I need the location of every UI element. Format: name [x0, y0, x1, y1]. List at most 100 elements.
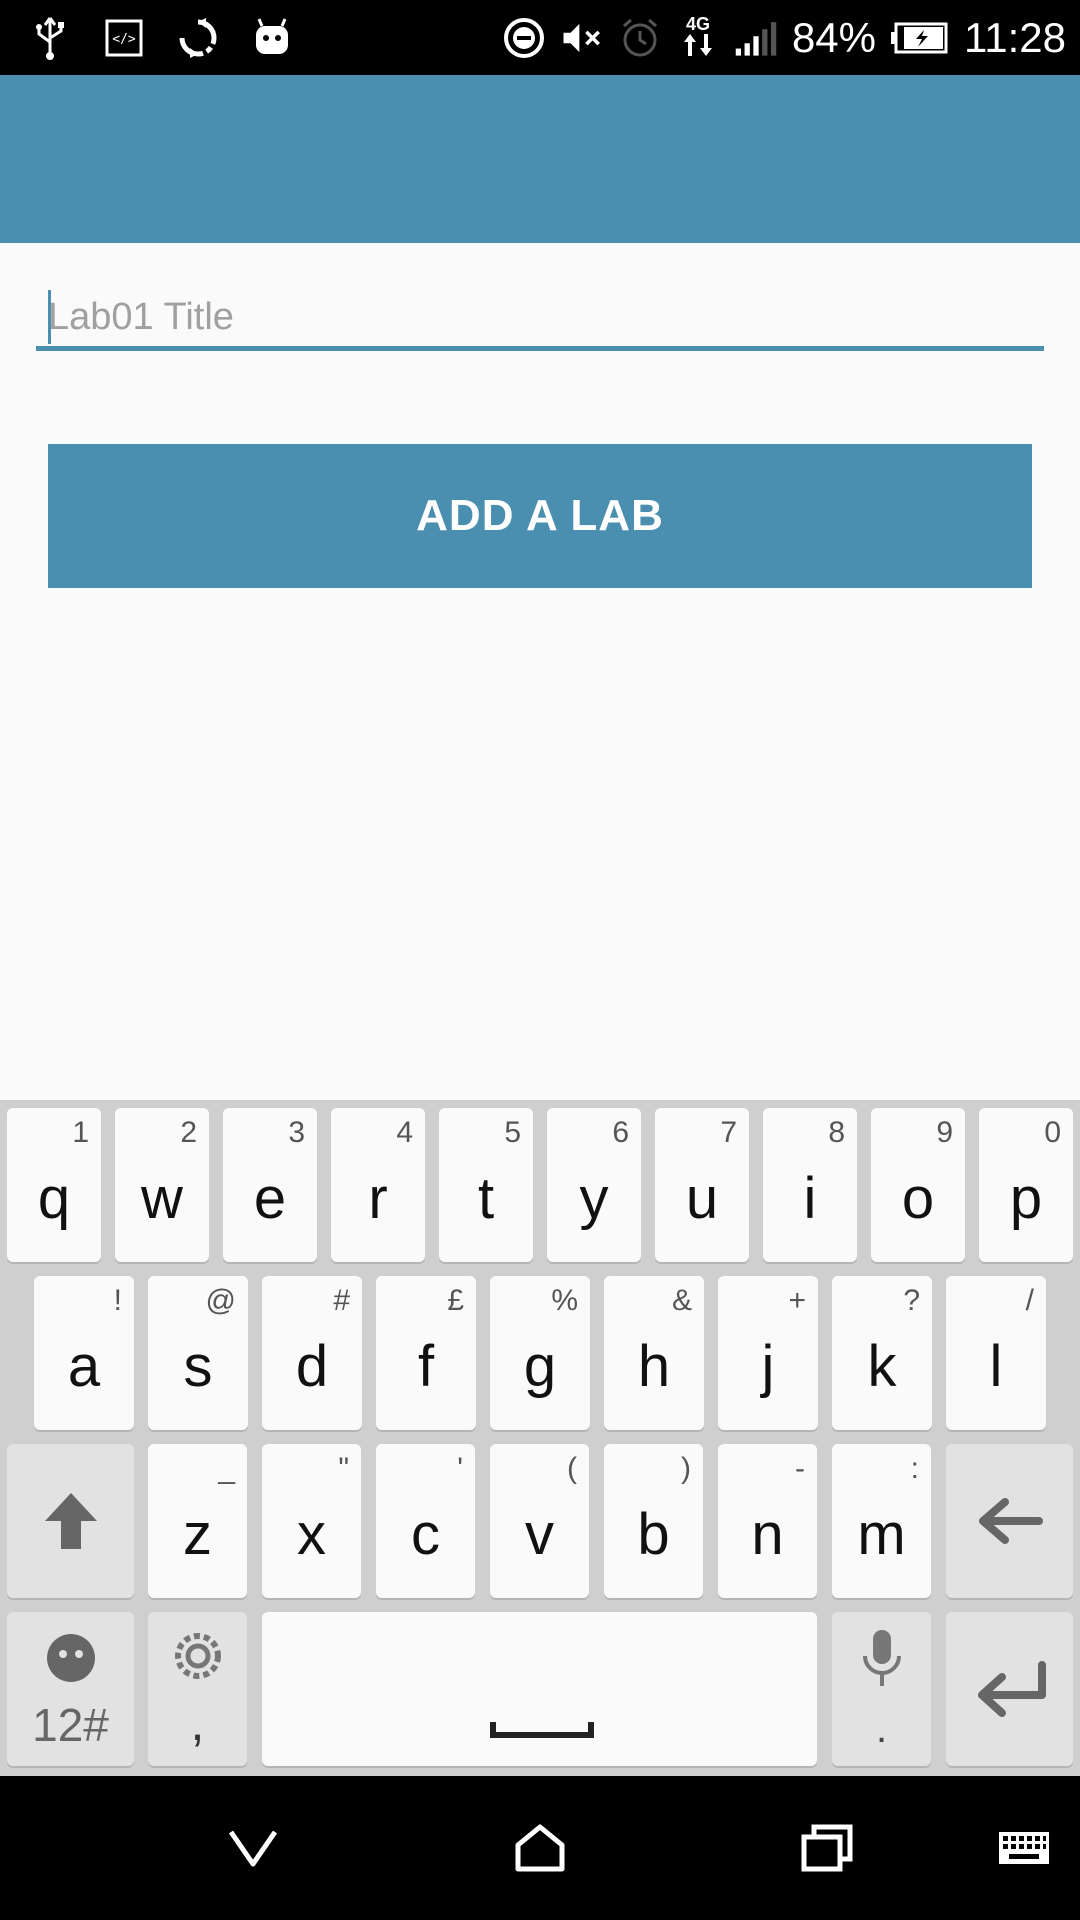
key-label: d	[295, 1334, 329, 1399]
soft-keyboard: 12# , . 1 q 2 w 3 e 4 r 5 t 6 y 7 u 8 i 9 o 0 p! a @ s # d £ f% g & h…	[0, 1100, 1080, 1776]
key-x[interactable]: " x	[262, 1444, 361, 1598]
keyboard-icon	[999, 1832, 1049, 1864]
symbols-label: 12#	[32, 1699, 109, 1751]
voice-input-key[interactable]: .	[832, 1612, 931, 1766]
key-alt-label: 5	[504, 1116, 521, 1149]
network-4g-icon: 4G	[676, 14, 720, 60]
space-key[interactable]	[262, 1612, 817, 1766]
backspace-key[interactable]	[946, 1444, 1073, 1598]
key-label: a	[67, 1334, 101, 1399]
key-alt-label: @	[205, 1284, 236, 1317]
key-u[interactable]: 7u	[655, 1108, 749, 1262]
key-label: z	[183, 1502, 212, 1567]
key-label: k	[867, 1334, 897, 1399]
recent-apps-button[interactable]	[767, 1776, 887, 1920]
key-r[interactable]: 4r	[331, 1108, 425, 1262]
key-q[interactable]: 1q	[7, 1108, 101, 1262]
key-b[interactable]: ) b	[604, 1444, 703, 1598]
shift-key[interactable]	[7, 1444, 134, 1598]
comma-label: ,	[190, 1695, 205, 1751]
key-alt-label: /	[1025, 1284, 1034, 1317]
key-label: g	[523, 1334, 557, 1399]
key-p[interactable]: 0p	[979, 1108, 1073, 1262]
space-bar-icon	[490, 1722, 594, 1738]
key-label: e	[253, 1166, 287, 1231]
key-label: h	[637, 1334, 671, 1399]
key-d[interactable]: # d	[262, 1276, 362, 1430]
key-a[interactable]: ! a	[34, 1276, 134, 1430]
battery-charging-icon	[890, 16, 950, 60]
key-t[interactable]: 5t	[439, 1108, 533, 1262]
keyboard-switch-button[interactable]	[968, 1776, 1080, 1920]
usb-icon	[28, 16, 72, 60]
home-button[interactable]	[480, 1776, 600, 1920]
period-label: .	[875, 1707, 888, 1751]
key-h[interactable]: & h	[604, 1276, 704, 1430]
lab-title-input[interactable]	[36, 282, 1044, 352]
comma-settings-key[interactable]: ,	[148, 1612, 247, 1766]
key-k[interactable]: ? k	[832, 1276, 932, 1430]
key-alt-label: 6	[612, 1116, 629, 1149]
key-alt-label: 2	[180, 1116, 197, 1149]
symbols-emoji-key[interactable]: 12#	[7, 1612, 134, 1766]
key-alt-label: %	[551, 1284, 578, 1317]
clock-time: 11:28	[964, 13, 1066, 61]
key-f[interactable]: £ f	[376, 1276, 476, 1430]
key-g[interactable]: % g	[490, 1276, 590, 1430]
key-alt-label: -	[795, 1452, 805, 1485]
key-alt-label: (	[567, 1452, 577, 1485]
text-cursor	[48, 290, 51, 344]
key-n[interactable]: -n	[718, 1444, 817, 1598]
key-alt-label: 4	[396, 1116, 413, 1149]
key-alt-label: £	[447, 1284, 464, 1317]
do-not-disturb-icon	[502, 16, 546, 60]
android-icon	[250, 16, 294, 60]
key-z[interactable]: _ z	[148, 1444, 247, 1598]
key-s[interactable]: @ s	[148, 1276, 248, 1430]
key-i[interactable]: 8i	[763, 1108, 857, 1262]
key-alt-label: "	[338, 1452, 349, 1485]
back-button[interactable]	[193, 1776, 313, 1920]
title-input-underline	[36, 346, 1044, 351]
key-label: b	[637, 1502, 670, 1567]
key-alt-label: #	[333, 1284, 350, 1317]
key-m[interactable]: :m	[832, 1444, 931, 1598]
key-alt-label: ?	[903, 1284, 920, 1317]
key-alt-label: 9	[936, 1116, 953, 1149]
key-y[interactable]: 6y	[547, 1108, 641, 1262]
key-l[interactable]: / l	[946, 1276, 1046, 1430]
key-e[interactable]: 3e	[223, 1108, 317, 1262]
key-j[interactable]: + j	[718, 1276, 818, 1430]
key-label: j	[761, 1334, 775, 1399]
key-c[interactable]: ' c	[376, 1444, 475, 1598]
key-alt-label: +	[788, 1284, 806, 1317]
emoji-icon	[7, 1632, 134, 1689]
signal-strength-icon	[734, 16, 778, 60]
key-alt-label: !	[113, 1284, 122, 1317]
key-label: p	[1009, 1166, 1043, 1231]
key-alt-label: 3	[288, 1116, 305, 1149]
key-alt-label: )	[681, 1452, 691, 1485]
key-label: y	[579, 1166, 609, 1231]
key-label: u	[685, 1166, 719, 1231]
key-v[interactable]: (v	[490, 1444, 589, 1598]
key-alt-label: :	[910, 1452, 919, 1485]
mute-icon	[560, 16, 604, 60]
key-label: f	[417, 1334, 435, 1399]
key-o[interactable]: 9o	[871, 1108, 965, 1262]
enter-key[interactable]	[946, 1612, 1073, 1766]
key-label: l	[989, 1334, 1003, 1399]
alarm-icon	[618, 16, 662, 60]
status-bar: </> 4G 84% 11:28	[0, 0, 1080, 75]
key-label: t	[477, 1166, 495, 1231]
key-label: n	[751, 1502, 784, 1567]
battery-percentage: 84%	[791, 13, 876, 61]
key-label: q	[37, 1166, 71, 1231]
title-input-container	[36, 282, 1044, 352]
key-label: i	[803, 1166, 817, 1231]
chevron-down-icon	[228, 1830, 278, 1867]
key-alt-label: 7	[720, 1116, 737, 1149]
add-lab-button[interactable]: ADD A LAB	[48, 444, 1032, 588]
key-alt-label: '	[457, 1452, 463, 1485]
key-w[interactable]: 2w	[115, 1108, 209, 1262]
